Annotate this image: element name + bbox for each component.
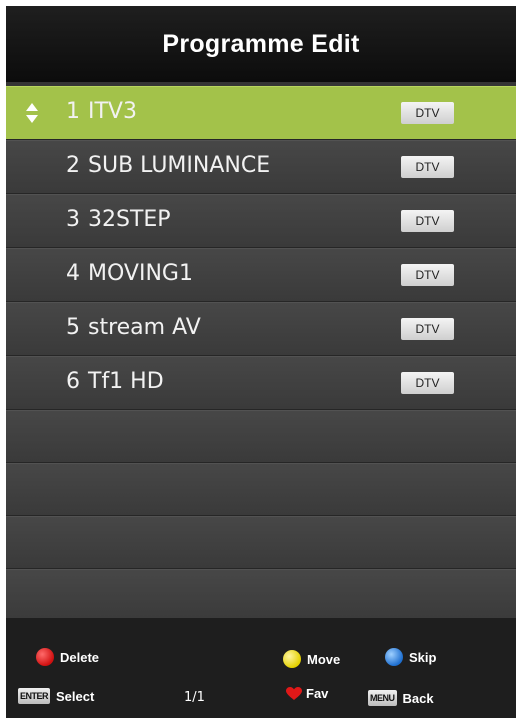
page-number: 1/1 (184, 690, 205, 705)
dtv-badge: DTV (401, 372, 454, 394)
programme-edit-window: Programme Edit 1 ITV3 DTV 2 SUB LUMINANCE … (6, 6, 516, 718)
empty-row (6, 516, 516, 569)
move-button[interactable]: Move (283, 650, 340, 668)
programme-list: 1 ITV3 DTV 2 SUB LUMINANCE DTV 3 32STEP DTV… (6, 86, 516, 622)
programme-name: stream AV (88, 315, 201, 340)
programme-number: 6 (66, 369, 80, 394)
skip-label: Skip (409, 649, 437, 665)
programme-name: SUB LUMINANCE (88, 153, 271, 178)
enter-key-icon: ENTER (18, 688, 51, 704)
dtv-badge: DTV (401, 156, 454, 178)
blue-button-icon (385, 648, 403, 666)
move-label: Move (307, 651, 341, 667)
dtv-badge: DTV (401, 102, 454, 124)
programme-name: 32STEP (88, 207, 171, 232)
empty-row (6, 463, 516, 516)
programme-row-5[interactable]: 5 stream AV DTV (6, 302, 516, 356)
programme-name: Tf1 HD (88, 369, 164, 394)
programme-number: 2 (66, 153, 80, 178)
programme-row-6[interactable]: 6 Tf1 HD DTV (6, 356, 516, 410)
dtv-badge: DTV (401, 264, 454, 286)
programme-name: MOVING1 (88, 261, 193, 286)
select-label: Select (56, 688, 95, 704)
skip-button[interactable]: Skip (385, 648, 436, 666)
delete-label: Delete (60, 649, 100, 665)
programme-row-1[interactable]: 1 ITV3 DTV (6, 86, 516, 140)
programme-row-4[interactable]: 4 MOVING1 DTV (6, 248, 516, 302)
page-indicator: 1/1 (184, 690, 205, 705)
header-bar: Programme Edit (6, 6, 516, 82)
page-title: Programme Edit (162, 29, 360, 58)
fav-label: Fav (306, 686, 329, 701)
dtv-badge: DTV (401, 318, 454, 340)
back-label: Back (402, 690, 434, 706)
menu-key-icon: MENU (368, 690, 397, 706)
empty-row (6, 569, 516, 622)
heart-icon (286, 686, 302, 700)
back-button[interactable]: MENU Back (368, 690, 434, 706)
programme-number: 5 (66, 315, 80, 340)
programme-row-2[interactable]: 2 SUB LUMINANCE DTV (6, 140, 516, 194)
programme-number: 4 (66, 261, 80, 286)
delete-button[interactable]: Delete (36, 648, 99, 666)
red-button-icon (36, 648, 54, 666)
programme-row-3[interactable]: 3 32STEP DTV (6, 194, 516, 248)
programme-number: 1 (66, 99, 80, 124)
empty-row (6, 410, 516, 463)
programme-name: ITV3 (88, 99, 137, 124)
footer-help-bar: Delete Move Skip ENTER Select 1/1 Fav ME… (6, 618, 516, 718)
programme-number: 3 (66, 207, 80, 232)
up-down-arrows-icon (26, 103, 38, 123)
yellow-button-icon (283, 650, 301, 668)
dtv-badge: DTV (401, 210, 454, 232)
select-button[interactable]: ENTER Select (18, 688, 94, 704)
fav-button[interactable]: Fav (286, 686, 328, 701)
